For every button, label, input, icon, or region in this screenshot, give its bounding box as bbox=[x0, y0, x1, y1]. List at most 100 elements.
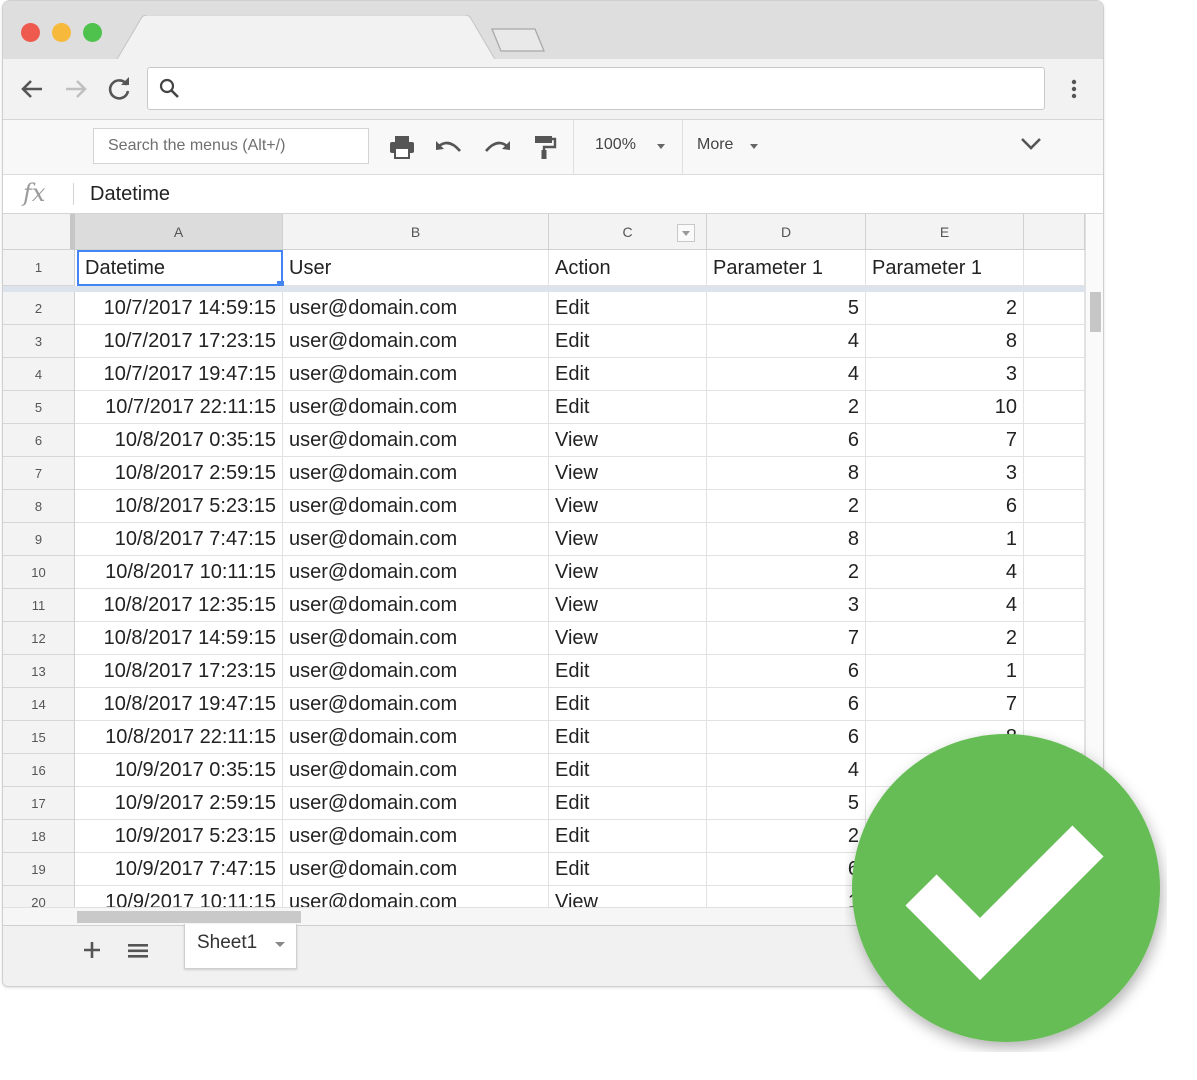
cell-action[interactable]: View bbox=[549, 622, 707, 655]
column-header-b[interactable]: B bbox=[283, 214, 549, 250]
cell-user[interactable]: user@domain.com bbox=[283, 457, 549, 490]
column-header-d[interactable]: D bbox=[707, 214, 866, 250]
cell-user[interactable]: user@domain.com bbox=[283, 523, 549, 556]
close-window-button[interactable] bbox=[21, 23, 40, 42]
reload-button[interactable] bbox=[104, 74, 134, 104]
header-cell-parameter[interactable]: Parameter 1 bbox=[707, 250, 866, 286]
cell-action[interactable]: Edit bbox=[549, 655, 707, 688]
empty-cell[interactable] bbox=[1024, 391, 1085, 424]
cell-user[interactable]: user@domain.com bbox=[283, 556, 549, 589]
cell-user[interactable]: user@domain.com bbox=[283, 787, 549, 820]
cell-action[interactable]: Edit bbox=[549, 787, 707, 820]
cell-parameter-2[interactable]: 7 bbox=[866, 688, 1024, 721]
cell-parameter-1[interactable]: 3 bbox=[707, 589, 866, 622]
cell-parameter-1[interactable]: 8 bbox=[707, 457, 866, 490]
cell-user[interactable]: user@domain.com bbox=[283, 754, 549, 787]
cell-user[interactable]: user@domain.com bbox=[283, 424, 549, 457]
empty-cell[interactable] bbox=[1024, 457, 1085, 490]
add-sheet-button[interactable] bbox=[79, 938, 105, 964]
header-cell-user[interactable]: User bbox=[283, 250, 549, 286]
cell-action[interactable]: View bbox=[549, 457, 707, 490]
column-header-e[interactable]: E bbox=[866, 214, 1024, 250]
cell-parameter-1[interactable]: 2 bbox=[707, 820, 866, 853]
row-header[interactable]: 14 bbox=[3, 688, 75, 721]
filter-dropdown-icon[interactable] bbox=[677, 224, 695, 242]
cell-user[interactable]: user@domain.com bbox=[283, 391, 549, 424]
row-header[interactable]: 18 bbox=[3, 820, 75, 853]
row-header[interactable]: 7 bbox=[3, 457, 75, 490]
empty-cell[interactable] bbox=[1024, 358, 1085, 391]
cell-parameter-2[interactable]: 4 bbox=[866, 589, 1024, 622]
formula-input[interactable]: Datetime bbox=[90, 175, 170, 213]
cell-parameter-1[interactable]: 7 bbox=[707, 622, 866, 655]
cell-datetime[interactable]: 10/7/2017 19:47:15 bbox=[75, 358, 283, 391]
sheet-tab-caret-icon[interactable] bbox=[275, 942, 285, 947]
maximize-window-button[interactable] bbox=[83, 23, 102, 42]
minimize-window-button[interactable] bbox=[52, 23, 71, 42]
row-header[interactable]: 10 bbox=[3, 556, 75, 589]
cell-parameter-1[interactable]: 6 bbox=[707, 721, 866, 754]
empty-cell[interactable] bbox=[1024, 589, 1085, 622]
all-sheets-list-icon[interactable] bbox=[127, 942, 149, 960]
cell-datetime[interactable]: 10/7/2017 22:11:15 bbox=[75, 391, 283, 424]
cell-action[interactable]: View bbox=[549, 490, 707, 523]
cell-parameter-1[interactable]: 6 bbox=[707, 688, 866, 721]
cell-parameter-2[interactable]: 8 bbox=[866, 325, 1024, 358]
cell-datetime[interactable]: 10/8/2017 12:35:15 bbox=[75, 589, 283, 622]
browser-menu-button[interactable] bbox=[1063, 74, 1085, 104]
cell-action[interactable]: View bbox=[549, 424, 707, 457]
cell-datetime[interactable]: 10/8/2017 14:59:15 bbox=[75, 622, 283, 655]
cell-action[interactable]: Edit bbox=[549, 391, 707, 424]
cell-action[interactable]: View bbox=[549, 589, 707, 622]
cell-parameter-1[interactable]: 6 bbox=[707, 655, 866, 688]
select-all-corner[interactable] bbox=[3, 214, 75, 250]
cell-user[interactable]: user@domain.com bbox=[283, 358, 549, 391]
header-cell-parameter[interactable]: Parameter 1 bbox=[866, 250, 1024, 286]
new-tab-button[interactable] bbox=[491, 27, 545, 53]
row-header[interactable]: 11 bbox=[3, 589, 75, 622]
sheet-tab[interactable]: Sheet1 bbox=[184, 924, 297, 969]
browser-tab[interactable] bbox=[116, 15, 496, 61]
empty-cell[interactable] bbox=[1024, 490, 1085, 523]
horizontal-scroll-thumb[interactable] bbox=[77, 911, 301, 923]
row-header[interactable]: 8 bbox=[3, 490, 75, 523]
row-header[interactable]: 20 bbox=[3, 886, 75, 907]
cell-parameter-1[interactable]: 4 bbox=[707, 325, 866, 358]
cell-parameter-2[interactable]: 3 bbox=[866, 457, 1024, 490]
cell-action[interactable]: Edit bbox=[549, 853, 707, 886]
cell-datetime[interactable]: 10/9/2017 7:47:15 bbox=[75, 853, 283, 886]
zoom-select[interactable]: 100% bbox=[595, 136, 636, 154]
cell-parameter-2[interactable]: 6 bbox=[866, 490, 1024, 523]
cell-action[interactable]: Edit bbox=[549, 325, 707, 358]
cell-parameter-2[interactable]: 1 bbox=[866, 655, 1024, 688]
cell-parameter-1[interactable]: 6 bbox=[707, 424, 866, 457]
cell-parameter-1[interactable]: 6 bbox=[707, 853, 866, 886]
row-header[interactable]: 5 bbox=[3, 391, 75, 424]
empty-cell[interactable] bbox=[1024, 523, 1085, 556]
row-header[interactable]: 9 bbox=[3, 523, 75, 556]
cell-user[interactable]: user@domain.com bbox=[283, 886, 549, 907]
cell-datetime[interactable]: 10/8/2017 2:59:15 bbox=[75, 457, 283, 490]
redo-button[interactable] bbox=[482, 132, 512, 162]
forward-button[interactable] bbox=[61, 74, 91, 104]
column-header-f[interactable] bbox=[1024, 214, 1085, 250]
cell-datetime[interactable]: 10/9/2017 2:59:15 bbox=[75, 787, 283, 820]
more-button[interactable]: More bbox=[697, 136, 733, 154]
row-header[interactable]: 3 bbox=[3, 325, 75, 358]
cell-parameter-2[interactable]: 4 bbox=[866, 556, 1024, 589]
cell-datetime[interactable]: 10/8/2017 10:11:15 bbox=[75, 556, 283, 589]
empty-cell[interactable] bbox=[1024, 424, 1085, 457]
cell-parameter-1[interactable]: 4 bbox=[707, 358, 866, 391]
row-header[interactable]: 1 bbox=[3, 250, 75, 286]
cell-parameter-2[interactable]: 1 bbox=[866, 523, 1024, 556]
empty-cell[interactable] bbox=[1024, 250, 1085, 286]
print-button[interactable] bbox=[387, 132, 417, 162]
row-header[interactable]: 6 bbox=[3, 424, 75, 457]
row-header[interactable]: 19 bbox=[3, 853, 75, 886]
cell-a1[interactable]: Datetime bbox=[77, 250, 283, 286]
cell-datetime[interactable]: 10/8/2017 17:23:15 bbox=[75, 655, 283, 688]
cell-datetime[interactable]: 10/9/2017 5:23:15 bbox=[75, 820, 283, 853]
cell-datetime[interactable]: 10/7/2017 17:23:15 bbox=[75, 325, 283, 358]
cell-action[interactable]: Edit bbox=[549, 688, 707, 721]
row-header[interactable]: 13 bbox=[3, 655, 75, 688]
